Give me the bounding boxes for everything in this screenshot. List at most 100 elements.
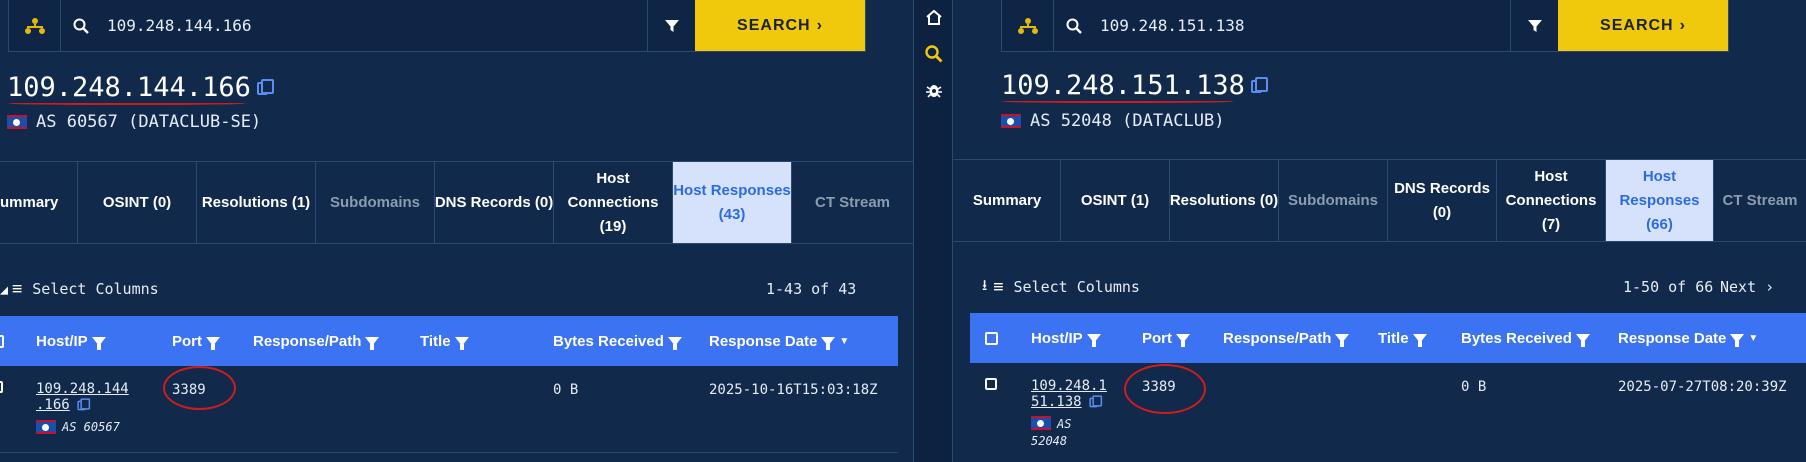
table-row[interactable]: 109.248.1 51.138 AS 52048 3389 0 B 2025-0… [970,363,1806,462]
tab-host-connections[interactable]: Host Connections (7) [1497,160,1606,241]
filter-icon [1335,333,1350,347]
tab-ct-stream[interactable]: CT Stream [1714,160,1806,241]
tab-resolutions[interactable]: Resolutions (1) [197,162,316,243]
tab-host-responses[interactable]: Host Responses (66) [1606,160,1714,241]
tab-host-responses[interactable]: Host Responses (43) [673,162,792,243]
row-divider [0,452,898,453]
bug-icon[interactable] [924,80,944,100]
select-all-checkbox[interactable] [0,334,4,348]
nav-sidebar [913,0,953,462]
red-circle-annotation [163,366,236,410]
copy-icon[interactable] [1088,394,1102,407]
select-columns-button[interactable]: Select Columns [1014,278,1140,296]
tab-summary[interactable]: ummary [0,162,78,243]
select-columns-button[interactable]: Select Columns [32,280,158,298]
row-asn: AS 60567 [62,420,120,434]
search-button[interactable]: SEARCH › [695,0,865,51]
filter-icon [454,336,469,350]
select-all-checkbox[interactable] [985,331,998,345]
menu-icon[interactable]: ≡ [993,277,1003,297]
search-input[interactable]: 109.248.144.166 [101,0,647,51]
belize-flag-icon [1001,114,1021,128]
tab-subdomains[interactable]: Subdomains [316,162,435,243]
col-title[interactable]: Title [1378,330,1427,347]
right-table-toolbar: ⭳ ≡ Select Columns 1-50 of 66 Next › [982,275,1806,300]
red-circle-annotation [1124,364,1206,414]
download-icon[interactable]: ◢ [0,280,8,298]
filter-icon [1730,333,1745,347]
left-table-toolbar: ◢ ≡ Select Columns 1-43 of 43 [0,279,870,299]
search-icon [1054,0,1094,51]
table-row[interactable]: 109.248.144.166 AS 60567 3389 0 B 2025-1… [0,366,898,448]
sort-desc-icon: ▼ [1748,332,1759,344]
filter-button[interactable] [647,0,695,51]
col-bytes-received[interactable]: Bytes Received [553,333,682,350]
copy-icon[interactable] [1250,77,1268,93]
row-checkbox[interactable] [985,378,997,394]
filter-icon [1575,333,1590,347]
search-icon [61,0,101,51]
screenshot-root: 109.248.144.166 SEARCH › 109.248.144.166 … [0,0,1806,462]
belize-flag-icon [1031,416,1051,430]
left-search-bar: 109.248.144.166 SEARCH › [8,0,866,52]
col-host-ip[interactable]: Host/IP [36,333,106,350]
menu-icon[interactable]: ≡ [12,279,22,299]
filter-button[interactable] [1510,0,1558,51]
chevron-right-icon: › [1679,16,1686,34]
col-port[interactable]: Port [1142,330,1190,347]
copy-icon[interactable] [77,397,90,410]
left-tabs: ummary OSINT (0) Resolutions (1) Subdoma… [0,161,913,244]
tab-dns-records[interactable]: DNS Records (0) [435,162,554,243]
pagination-range: 1-50 of 66 [1623,278,1714,296]
row-asn: AS [1057,417,1072,431]
row-date: 2025-10-16T15:03:18Z [709,382,878,398]
col-host-ip[interactable]: Host/IP [1031,330,1101,347]
host-ip: 109.248.151.138 [1001,70,1245,101]
tab-ct-stream[interactable]: CT Stream [792,162,913,243]
search-button[interactable]: SEARCH › [1558,0,1728,51]
asn-text: AS 52048 (DATACLUB) [1030,111,1225,131]
host-ip: 109.248.144.166 [7,72,251,103]
tab-dns-records[interactable]: DNS Records (0) [1388,160,1497,241]
left-panel: 109.248.144.166 SEARCH › 109.248.144.166 … [0,0,913,462]
copy-icon[interactable] [256,79,274,95]
tab-osint[interactable]: OSINT (0) [78,162,197,243]
belize-flag-icon [36,420,56,434]
col-port[interactable]: Port [172,333,220,350]
network-icon[interactable] [1002,0,1054,51]
sort-desc-icon: ▼ [839,335,850,347]
col-response-path[interactable]: Response/Path [1223,330,1350,347]
col-response-path[interactable]: Response/Path [253,333,380,350]
filter-icon [1176,333,1190,347]
row-asn-number: 52048 [1031,434,1068,448]
tab-summary[interactable]: Summary [954,160,1061,241]
tab-resolutions[interactable]: Resolutions (0) [1170,160,1279,241]
host-title: 109.248.151.138 [1001,70,1268,101]
next-page-button[interactable]: Next › [1720,278,1774,296]
search-icon[interactable] [924,44,944,64]
col-response-date[interactable]: Response Date ▼ [1618,330,1758,347]
col-response-date[interactable]: Response Date ▼ [709,333,849,350]
row-bytes: 0 B [553,382,579,398]
search-button-label: SEARCH [737,16,811,34]
tab-subdomains[interactable]: Subdomains [1279,160,1388,241]
right-tabs: Summary OSINT (1) Resolutions (0) Subdom… [954,159,1806,242]
tab-osint[interactable]: OSINT (1) [1061,160,1170,241]
search-input[interactable]: 109.248.151.138 [1094,0,1510,51]
tab-host-connections[interactable]: Host Connections (19) [554,162,673,243]
network-icon[interactable] [9,0,61,51]
row-host: 109.248.144.166 AS 60567 [36,381,129,435]
download-icon[interactable]: ⭳ [982,275,987,300]
belize-flag-icon [7,115,27,129]
left-table-header: Host/IP Port Response/Path Title Bytes R… [0,316,898,366]
host-asn: AS 60567 (DATACLUB-SE) [7,112,261,132]
right-table-header: Host/IP Port Response/Path Title Bytes R… [970,313,1806,363]
pagination-range: 1-43 of 43 [766,280,857,298]
red-underline-annotation [1002,100,1234,103]
col-bytes-received[interactable]: Bytes Received [1461,330,1590,347]
chevron-right-icon: › [816,16,823,34]
home-icon[interactable] [924,7,944,27]
host-title: 109.248.144.166 [7,72,274,103]
row-checkbox[interactable] [0,381,3,397]
col-title[interactable]: Title [420,333,469,350]
